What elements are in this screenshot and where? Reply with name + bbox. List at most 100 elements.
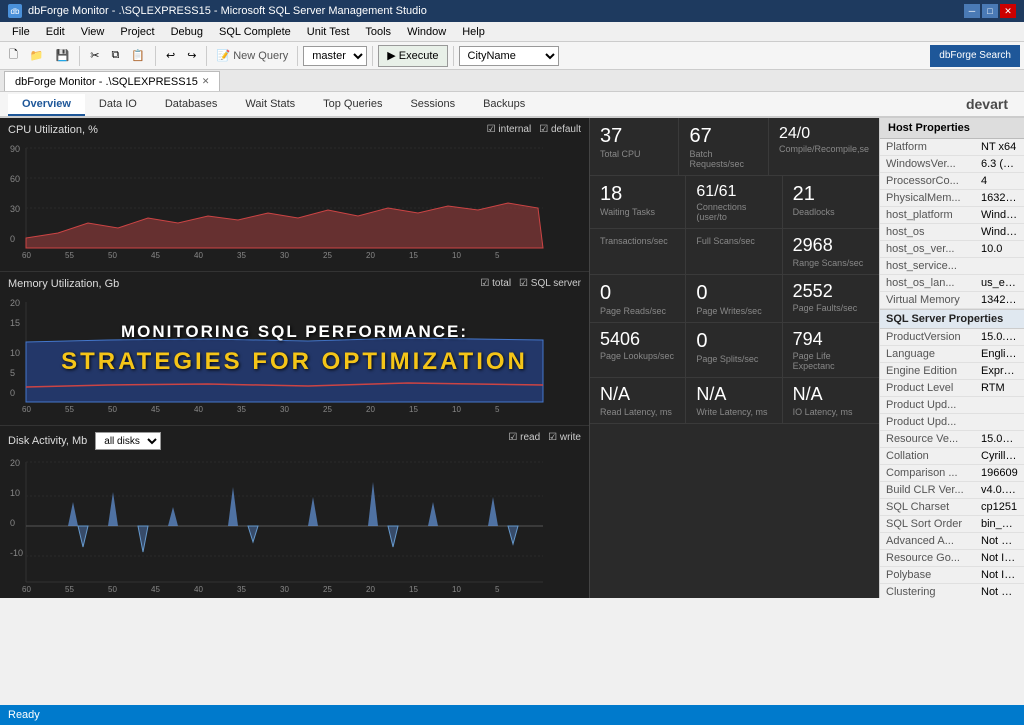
prop-hostos-val: Windows 10 ... (975, 224, 1024, 240)
toolbar-undo[interactable]: ↩ (161, 45, 180, 67)
memory-chart-panel: Memory Utilization, Gb ☑ total ☑ SQL ser… (0, 272, 589, 426)
prop-platform-val: NT x64 (975, 139, 1024, 155)
menu-view[interactable]: View (73, 24, 113, 40)
metric-pagewrites: 0 Page Writes/sec (686, 275, 782, 322)
metrics-row-1: 37 Total CPU 67 Batch Requests/sec 24/0 … (590, 118, 879, 176)
dbforge-search-btn[interactable]: dbForge Search (930, 45, 1020, 67)
svg-text:20: 20 (366, 585, 375, 592)
prop-polybase: Polybase Not Installed (880, 567, 1024, 584)
prop-sqlcharset-val: cp1251 (975, 499, 1024, 515)
toolbar-sep3 (206, 46, 207, 66)
tab-topqueries[interactable]: Top Queries (309, 94, 396, 116)
menu-edit[interactable]: Edit (38, 24, 73, 40)
svg-text:10: 10 (10, 348, 20, 358)
svg-text:-10: -10 (10, 548, 23, 558)
tab-overview[interactable]: Overview (8, 94, 85, 116)
toolbar-cut[interactable]: ✂ (85, 45, 104, 67)
menu-help[interactable]: Help (454, 24, 493, 40)
cpu-legend-internal: ☑ internal (487, 124, 532, 135)
svg-text:55: 55 (65, 585, 74, 592)
memory-chart-svg: 20 15 10 5 0 60 55 50 45 40 35 30 25 20 (8, 292, 548, 412)
tab-backups[interactable]: Backups (469, 94, 539, 116)
prop-productlevel: Product Level RTM (880, 380, 1024, 397)
new-query-btn[interactable]: 📝 New Query (216, 49, 288, 62)
svg-text:30: 30 (280, 405, 289, 412)
maximize-button[interactable]: □ (982, 4, 998, 18)
execute-button[interactable]: ▶ Execute (378, 45, 447, 67)
tab-waitstats[interactable]: Wait Stats (231, 94, 309, 116)
cpu-legend: ☑ internal ☑ default (487, 124, 581, 135)
prop-hostlan-key: host_os_lan... (880, 275, 975, 291)
svg-text:0: 0 (10, 234, 15, 244)
database-combo[interactable]: master (303, 46, 367, 66)
toolbar-save[interactable]: 💾 (51, 45, 75, 67)
tab-close-btn[interactable]: ✕ (202, 76, 210, 87)
metric-deadlocks-value: 21 (793, 182, 869, 206)
prop-hostosver-key: host_os_ver... (880, 241, 975, 257)
metric-waiting-label: Waiting Tasks (600, 207, 675, 217)
metrics-row-4: 0 Page Reads/sec 0 Page Writes/sec 2552 … (590, 275, 879, 323)
metric-pagelookups: 5406 Page Lookups/sec (590, 323, 686, 378)
menu-unittest[interactable]: Unit Test (299, 24, 358, 40)
metric-pagelife-value: 794 (793, 329, 869, 351)
prop-clustering-key: Clustering (880, 584, 975, 598)
cityname-combo[interactable]: CityName (459, 46, 559, 66)
svg-text:25: 25 (323, 251, 332, 258)
toolbar-copy[interactable]: ⧉ (106, 45, 124, 67)
metric-connections-label: Connections (user/to (696, 202, 771, 222)
svg-text:20: 20 (366, 405, 375, 412)
prop-collation-key: Collation (880, 448, 975, 464)
toolbar-new[interactable]: 🗋 (4, 45, 23, 67)
minimize-button[interactable]: ─ (964, 4, 980, 18)
tab-dataio[interactable]: Data IO (85, 94, 151, 116)
prop-hostplatform-key: host_platform (880, 207, 975, 223)
prop-polybase-key: Polybase (880, 567, 975, 583)
svg-text:5: 5 (495, 251, 500, 258)
svg-text:35: 35 (237, 585, 246, 592)
prop-physicalmem-key: PhysicalMem... (880, 190, 975, 206)
menu-project[interactable]: Project (112, 24, 162, 40)
svg-text:0: 0 (10, 518, 15, 528)
close-button[interactable]: ✕ (1000, 4, 1016, 18)
svg-text:10: 10 (10, 488, 20, 498)
prop-resourceve-key: Resource Ve... (880, 431, 975, 447)
prop-processorco-key: ProcessorCo... (880, 173, 975, 189)
main-tab[interactable]: dbForge Monitor - .\SQLEXPRESS15 ✕ (4, 71, 220, 91)
metric-compile: 24/0 Compile/Recompile,se (769, 118, 879, 175)
disk-legend-read: ☑ read (508, 432, 540, 443)
prop-collation-val: Cyrillic_Gene... (975, 448, 1024, 464)
metric-pagefaults: 2552 Page Faults/sec (783, 275, 879, 322)
prop-productversion: ProductVersion 15.0.2000.5 (880, 329, 1024, 346)
svg-text:50: 50 (108, 405, 117, 412)
prop-productversion-val: 15.0.2000.5 (975, 329, 1024, 345)
disk-chart-title: Disk Activity, Mb (8, 435, 87, 447)
menu-sqlcomplete[interactable]: SQL Complete (211, 24, 299, 40)
menu-tools[interactable]: Tools (357, 24, 399, 40)
menu-debug[interactable]: Debug (163, 24, 211, 40)
main-toolbar: 🗋 📁 💾 ✂ ⧉ 📋 ↩ ↪ 📝 New Query master ▶ Exe… (0, 42, 1024, 70)
svg-text:5: 5 (10, 368, 15, 378)
svg-text:5: 5 (495, 405, 500, 412)
menu-window[interactable]: Window (399, 24, 454, 40)
disk-chart-panel: Disk Activity, Mb all disks ☑ read ☑ wri… (0, 426, 589, 598)
svg-text:60: 60 (22, 405, 31, 412)
prop-sqlcharset: SQL Charset cp1251 (880, 499, 1024, 516)
tab-databases[interactable]: Databases (151, 94, 232, 116)
prop-sqlsortorder-key: SQL Sort Order (880, 516, 975, 532)
prop-windowsver-key: WindowsVer... (880, 156, 975, 172)
disk-dropdown[interactable]: all disks (95, 432, 161, 450)
toolbar-open[interactable]: 📁 (25, 45, 49, 67)
prop-hostservice: host_service... (880, 258, 1024, 275)
tab-sessions[interactable]: Sessions (396, 94, 469, 116)
prop-engineedition: Engine Edition Express (880, 363, 1024, 380)
metric-waiting-value: 18 (600, 182, 675, 206)
metric-rangescans: 2968 Range Scans/sec (783, 229, 879, 274)
menu-bar: File Edit View Project Debug SQL Complet… (0, 22, 1024, 42)
prop-resourcego: Resource Go... Not Installed (880, 550, 1024, 567)
menu-file[interactable]: File (4, 24, 38, 40)
svg-text:50: 50 (108, 585, 117, 592)
prop-virtualmem: Virtual Memory 134217728 (880, 292, 1024, 309)
toolbar-redo[interactable]: ↪ (182, 45, 201, 67)
toolbar-paste[interactable]: 📋 (126, 45, 150, 67)
metric-compile-value: 24/0 (779, 124, 869, 143)
